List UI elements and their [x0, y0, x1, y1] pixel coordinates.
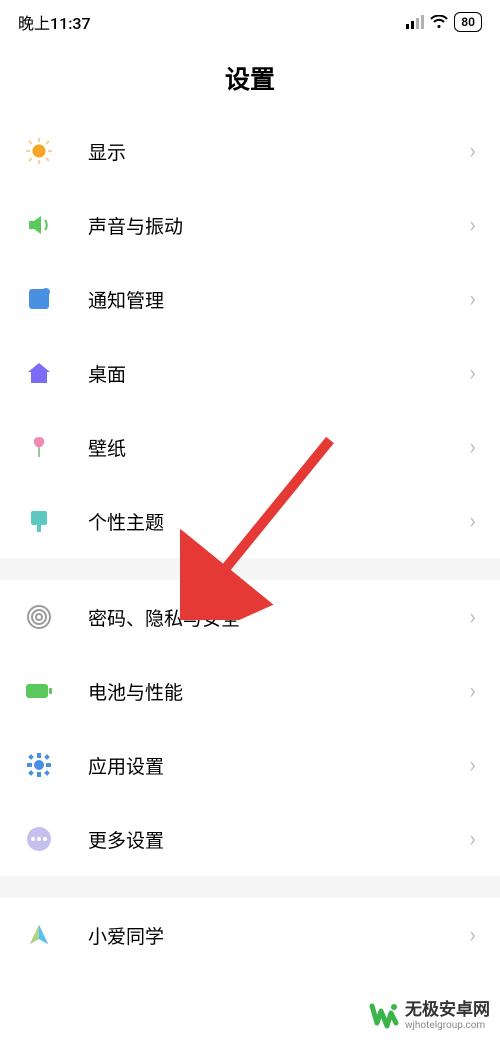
settings-item-home[interactable]: 桌面 › — [0, 336, 500, 410]
chevron-right-icon: › — [469, 923, 476, 948]
chevron-right-icon: › — [469, 679, 476, 704]
watermark-title: 无极安卓网 — [405, 1001, 490, 1020]
settings-item-label: 通知管理 — [88, 286, 469, 313]
more-icon — [24, 824, 54, 854]
chevron-right-icon: › — [469, 287, 476, 312]
chevron-right-icon: › — [469, 827, 476, 852]
settings-item-label: 声音与振动 — [88, 212, 469, 239]
brightness-icon — [24, 136, 54, 166]
status-time: 晚上11:37 — [18, 10, 91, 34]
settings-item-battery[interactable]: 电池与性能 › — [0, 654, 500, 728]
wallpaper-icon — [24, 432, 54, 462]
settings-item-label: 更多设置 — [88, 826, 469, 853]
settings-item-label: 显示 — [88, 138, 469, 165]
battery-icon — [24, 676, 54, 706]
signal-icon — [406, 15, 424, 29]
status-bar: 晚上11:37 80 — [0, 0, 500, 38]
watermark-logo-icon — [369, 1001, 399, 1031]
page-title: 设置 — [0, 60, 500, 96]
app-settings-icon — [24, 750, 54, 780]
settings-item-themes[interactable]: 个性主题 › — [0, 484, 500, 558]
chevron-right-icon: › — [469, 361, 476, 386]
settings-item-label: 密码、隐私与安全 — [88, 604, 469, 631]
wifi-icon — [430, 15, 448, 29]
settings-item-label: 桌面 — [88, 360, 469, 387]
battery-level: 80 — [454, 12, 482, 32]
watermark-url: wjhotelgroup.com — [405, 1020, 490, 1031]
notification-icon — [24, 284, 54, 314]
settings-item-wallpaper[interactable]: 壁纸 › — [0, 410, 500, 484]
settings-item-notifications[interactable]: 通知管理 › — [0, 262, 500, 336]
fingerprint-icon — [24, 602, 54, 632]
chevron-right-icon: › — [469, 139, 476, 164]
settings-item-display[interactable]: 显示 › — [0, 114, 500, 188]
settings-item-label: 个性主题 — [88, 508, 469, 535]
xiaoai-icon — [24, 920, 54, 950]
theme-icon — [24, 506, 54, 536]
section-divider — [0, 876, 500, 898]
settings-item-label: 应用设置 — [88, 752, 469, 779]
chevron-right-icon: › — [469, 435, 476, 460]
status-right: 80 — [406, 12, 482, 32]
home-icon — [24, 358, 54, 388]
settings-item-xiaoai[interactable]: 小爱同学 › — [0, 898, 500, 972]
chevron-right-icon: › — [469, 509, 476, 534]
settings-item-label: 小爱同学 — [88, 922, 469, 949]
chevron-right-icon: › — [469, 605, 476, 630]
settings-item-sound[interactable]: 声音与振动 › — [0, 188, 500, 262]
chevron-right-icon: › — [469, 753, 476, 778]
settings-item-label: 电池与性能 — [88, 678, 469, 705]
sound-icon — [24, 210, 54, 240]
watermark: 无极安卓网 wjhotelgroup.com — [369, 1001, 490, 1031]
settings-item-more[interactable]: 更多设置 › — [0, 802, 500, 876]
settings-item-app-settings[interactable]: 应用设置 › — [0, 728, 500, 802]
settings-group-1: 显示 › 声音与振动 › 通知管理 › 桌面 › 壁纸 › 个性主题 › — [0, 114, 500, 558]
settings-group-2: 密码、隐私与安全 › 电池与性能 › 应用设置 › 更 — [0, 580, 500, 876]
section-divider — [0, 558, 500, 580]
settings-item-privacy-security[interactable]: 密码、隐私与安全 › — [0, 580, 500, 654]
chevron-right-icon: › — [469, 213, 476, 238]
settings-group-3: 小爱同学 › — [0, 898, 500, 972]
settings-item-label: 壁纸 — [88, 434, 469, 461]
